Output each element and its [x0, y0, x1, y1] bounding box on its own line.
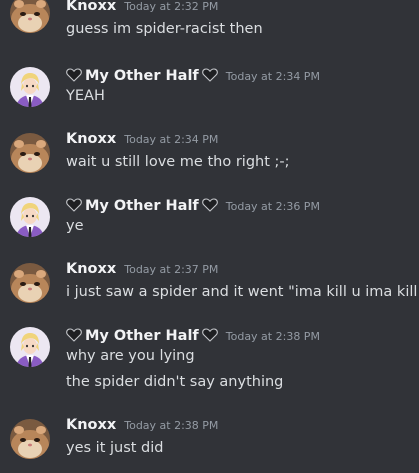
hamster-avatar[interactable]: [10, 0, 50, 33]
heart-icon: [199, 325, 218, 344]
anime-boy-avatar[interactable]: [10, 67, 50, 107]
message-timestamp[interactable]: Today at 2:34 PM: [124, 133, 218, 146]
heart-icon: [199, 195, 218, 214]
hamster-avatar[interactable]: [10, 263, 50, 303]
heart-icon: [66, 65, 85, 84]
author-name[interactable]: Knoxx: [66, 0, 116, 14]
message-text: wait u still love me tho right ;-;: [66, 154, 290, 170]
message-text: i just saw a spider and it went "ima kil…: [66, 284, 419, 300]
author-name[interactable]: Knoxx: [66, 417, 116, 433]
anime-boy-avatar[interactable]: [10, 327, 50, 367]
message-timestamp[interactable]: Today at 2:32 PM: [124, 0, 218, 13]
message-timestamp[interactable]: Today at 2:38 PM: [226, 330, 320, 343]
message-timestamp[interactable]: Today at 2:36 PM: [226, 200, 320, 213]
message-text: YEAH: [66, 88, 105, 104]
heart-icon: [66, 195, 85, 214]
author-name[interactable]: Knoxx: [66, 261, 116, 277]
message-text: yes it just did: [66, 440, 164, 456]
author-name[interactable]: My Other Half: [85, 198, 199, 214]
message-header: My Other Half Today at 2:34 PM: [66, 65, 320, 85]
heart-icon: [66, 325, 85, 344]
chat-message-list: Knoxx Today at 2:32 PM guess im spider-rac…: [0, 0, 419, 473]
message-timestamp[interactable]: Today at 2:37 PM: [124, 263, 218, 276]
message-header: Knoxx Today at 2:37 PM: [66, 261, 218, 281]
heart-icon: [199, 65, 218, 84]
author-name[interactable]: My Other Half: [85, 328, 199, 344]
message-text: ye: [66, 218, 84, 234]
message-header: Knoxx Today at 2:32 PM: [66, 0, 218, 18]
message-timestamp[interactable]: Today at 2:34 PM: [226, 70, 320, 83]
hamster-avatar[interactable]: [10, 133, 50, 173]
message-timestamp[interactable]: Today at 2:38 PM: [124, 419, 218, 432]
message-text: why are you lying: [66, 348, 195, 364]
anime-boy-avatar[interactable]: [10, 197, 50, 237]
message-header: My Other Half Today at 2:38 PM: [66, 325, 320, 345]
message-text: the spider didn't say anything: [66, 374, 284, 390]
message-header: Knoxx Today at 2:34 PM: [66, 131, 218, 151]
message-header: My Other Half Today at 2:36 PM: [66, 195, 320, 215]
message-text: guess im spider-racist then: [66, 21, 263, 37]
message-header: Knoxx Today at 2:38 PM: [66, 417, 218, 437]
author-name[interactable]: Knoxx: [66, 131, 116, 147]
hamster-avatar[interactable]: [10, 419, 50, 459]
author-name[interactable]: My Other Half: [85, 68, 199, 84]
